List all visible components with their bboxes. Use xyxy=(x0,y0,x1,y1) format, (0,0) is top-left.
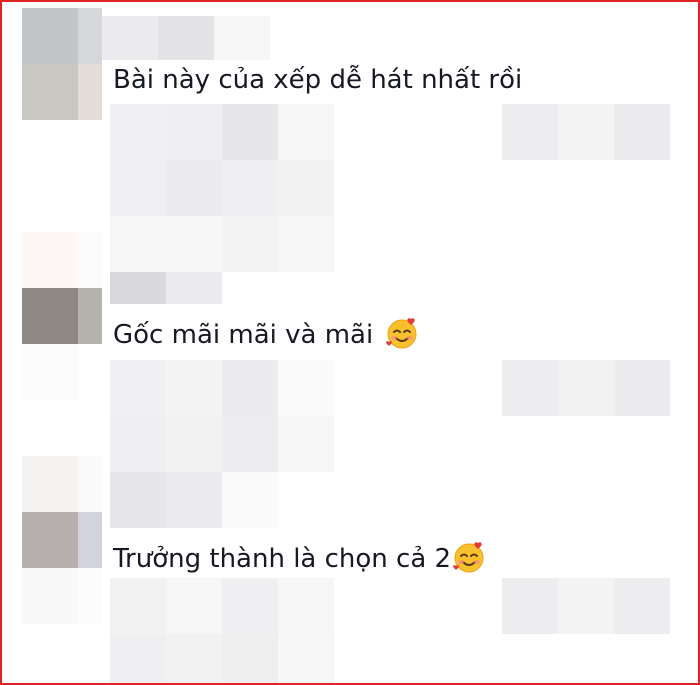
comment-1-body: Bài này của xếp dễ hát nhất rồi xyxy=(113,65,523,95)
censor-block xyxy=(558,104,614,160)
censor-block xyxy=(110,416,166,472)
censor-block xyxy=(110,160,166,216)
censor-block xyxy=(278,634,334,683)
censor-block xyxy=(78,512,102,568)
censor-block xyxy=(78,64,102,120)
comment-screenshot: Bài này của xếp dễ hát nhất rồi Gốc mãi … xyxy=(0,0,700,685)
censor-block xyxy=(222,634,278,683)
censor-block xyxy=(22,232,78,288)
censor-block xyxy=(558,578,614,634)
censor-block xyxy=(166,360,222,416)
censor-block xyxy=(110,634,166,683)
censor-block xyxy=(78,568,102,624)
censor-block xyxy=(166,272,222,304)
censor-block xyxy=(158,16,214,60)
censor-block xyxy=(78,288,102,344)
censor-block xyxy=(222,360,278,416)
censor-block xyxy=(110,216,166,272)
censor-block xyxy=(110,272,166,304)
censor-block xyxy=(22,456,78,512)
censor-block xyxy=(22,344,78,400)
censor-block xyxy=(78,232,102,288)
censor-block xyxy=(614,104,670,160)
censor-block xyxy=(22,288,78,344)
censor-block xyxy=(222,578,278,634)
censor-block xyxy=(166,416,222,472)
censor-block xyxy=(110,578,166,634)
comment-3-text: Trưởng thành là chọn cả 2 xyxy=(113,540,486,575)
censor-block xyxy=(222,104,278,160)
censor-block xyxy=(110,472,166,528)
censor-block xyxy=(22,64,78,120)
comment-1-text: Bài này của xếp dễ hát nhất rồi xyxy=(113,64,522,96)
smiling-face-with-hearts-icon xyxy=(385,316,419,350)
censor-block xyxy=(222,160,278,216)
censor-block xyxy=(166,578,222,634)
censor-block xyxy=(502,360,558,416)
censor-block xyxy=(222,416,278,472)
censor-block xyxy=(166,160,222,216)
censor-block xyxy=(166,472,222,528)
censor-block xyxy=(22,568,78,624)
censor-block xyxy=(110,104,166,160)
censor-block xyxy=(502,578,558,634)
censor-block xyxy=(166,634,222,683)
censor-block xyxy=(278,578,334,634)
censor-block xyxy=(278,160,334,216)
censor-block xyxy=(614,578,670,634)
comment-2-text: Gốc mãi mãi và mãi xyxy=(113,316,419,351)
censor-block xyxy=(78,8,102,64)
censor-block xyxy=(614,360,670,416)
comment-2-body: Gốc mãi mãi và mãi xyxy=(113,320,382,350)
censor-block xyxy=(214,16,270,60)
comment-3-body: Trưởng thành là chọn cả 2 xyxy=(113,544,452,574)
censor-block xyxy=(222,472,278,528)
censor-block xyxy=(102,16,158,60)
censor-block xyxy=(22,8,78,64)
censor-block xyxy=(222,216,278,272)
censor-block xyxy=(166,216,222,272)
censor-block xyxy=(278,104,334,160)
censor-block xyxy=(502,104,558,160)
censor-block xyxy=(22,512,78,568)
censor-block xyxy=(278,416,334,472)
censor-block xyxy=(110,360,166,416)
censor-block xyxy=(78,456,102,512)
censor-block xyxy=(166,104,222,160)
censor-block xyxy=(278,360,334,416)
censor-block xyxy=(278,216,334,272)
censor-block xyxy=(558,360,614,416)
smiling-face-with-hearts-icon xyxy=(452,540,486,574)
